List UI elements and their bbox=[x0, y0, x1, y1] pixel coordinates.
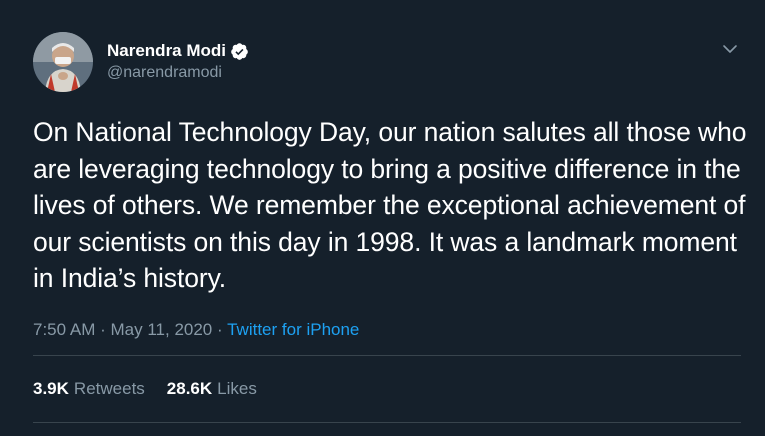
retweets-label: Retweets bbox=[73, 379, 145, 398]
divider bbox=[33, 355, 741, 356]
name-row: Narendra Modi bbox=[107, 40, 249, 62]
tweet-card: Narendra Modi @narendramodi On National … bbox=[0, 0, 765, 436]
likes-label: Likes bbox=[217, 379, 257, 398]
likes-stat[interactable]: 28.6K Likes bbox=[167, 377, 257, 401]
chevron-down-icon[interactable] bbox=[719, 38, 741, 60]
author-names: Narendra Modi @narendramodi bbox=[107, 40, 249, 84]
tweet-time[interactable]: 7:50 AM bbox=[33, 320, 95, 339]
likes-count: 28.6K bbox=[166, 379, 213, 398]
author-display-name[interactable]: Narendra Modi bbox=[107, 40, 226, 62]
avatar[interactable] bbox=[33, 32, 93, 92]
author-handle[interactable]: @narendramodi bbox=[107, 62, 249, 84]
tweet-stats: 3.9K Retweets 28.6K Likes bbox=[33, 377, 279, 401]
tweet-header: Narendra Modi @narendramodi bbox=[33, 32, 249, 92]
retweets-stat[interactable]: 3.9K Retweets bbox=[33, 377, 145, 401]
tweet-date[interactable]: May 11, 2020 bbox=[111, 320, 213, 339]
verified-badge-icon bbox=[230, 42, 249, 61]
meta-separator: · bbox=[217, 320, 223, 339]
tweet-source-link[interactable]: Twitter for iPhone bbox=[227, 320, 359, 339]
retweets-count: 3.9K bbox=[33, 379, 69, 398]
divider bbox=[33, 422, 741, 423]
meta-separator: · bbox=[100, 320, 106, 339]
tweet-meta: 7:50 AM · May 11, 2020 · Twitter for iPh… bbox=[33, 318, 359, 342]
tweet-text: On National Technology Day, our nation s… bbox=[33, 117, 747, 293]
